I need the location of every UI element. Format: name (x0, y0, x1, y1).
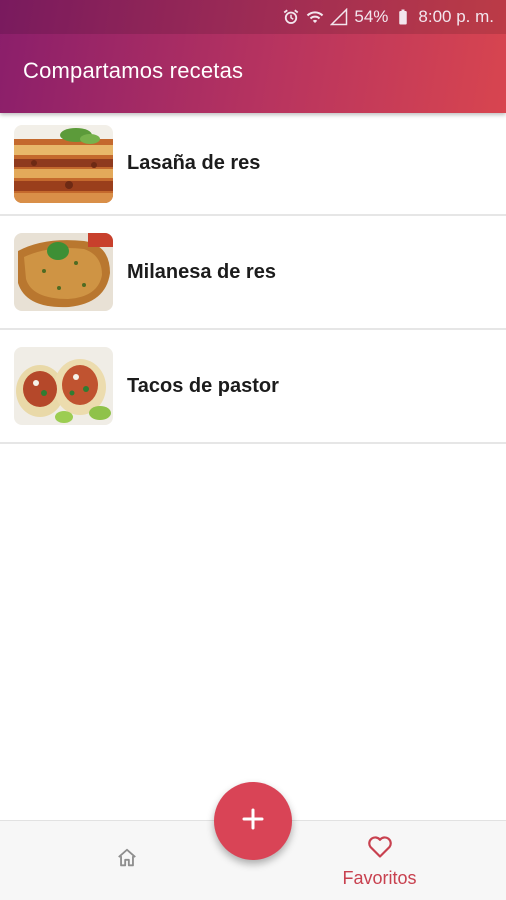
battery-percent: 54% (354, 7, 389, 26)
add-recipe-button[interactable] (214, 782, 292, 860)
page-title: Compartamos recetas (23, 58, 244, 83)
tacos-photo (14, 347, 113, 425)
recipe-name: Tacos de pastor (127, 374, 279, 397)
list-item[interactable]: Tacos de pastor (0, 330, 506, 444)
recipe-name: Milanesa de res (127, 260, 276, 283)
plus-icon (241, 807, 265, 836)
lasagna-photo (14, 124, 113, 203)
recipe-name: Lasaña de res (127, 152, 261, 174)
list-item[interactable]: Lasaña de res (0, 113, 506, 216)
app-header: 54% 8:00 p. m. Compartamos recetas (0, 0, 506, 113)
wifi-icon (306, 8, 324, 26)
alarm-icon (282, 8, 300, 26)
status-bar: 54% 8:00 p. m. (0, 0, 506, 34)
nav-favorites[interactable]: Favoritos (253, 821, 506, 900)
milanesa-photo (14, 233, 113, 311)
recipe-list: Lasaña de res Milanesa de res Tacos de p… (0, 113, 506, 444)
heart-icon (367, 833, 393, 864)
battery-icon (394, 8, 412, 26)
status-time: 8:00 p. m. (418, 7, 494, 26)
list-item[interactable]: Milanesa de res (0, 216, 506, 330)
home-icon (116, 847, 138, 874)
signal-icon (330, 8, 348, 26)
nav-favorites-label: Favoritos (342, 867, 417, 888)
